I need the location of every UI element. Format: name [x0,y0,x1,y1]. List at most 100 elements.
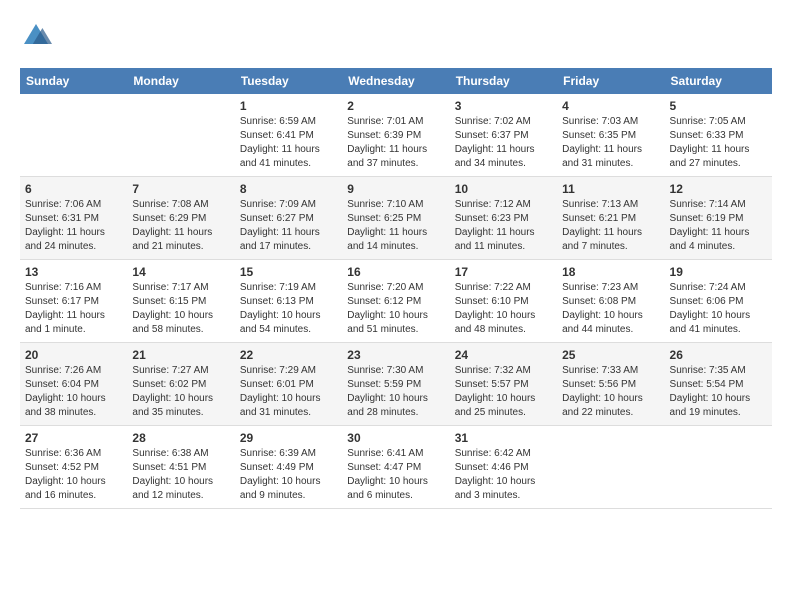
day-number: 9 [347,182,444,196]
day-info: Sunrise: 7:35 AM Sunset: 5:54 PM Dayligh… [670,364,767,420]
calendar-cell [127,94,234,177]
day-info: Sunrise: 7:09 AM Sunset: 6:27 PM Dayligh… [240,198,337,254]
calendar-header: SundayMondayTuesdayWednesdayThursdayFrid… [20,68,772,94]
header-cell: Wednesday [342,68,449,94]
calendar-cell: 23 Sunrise: 7:30 AM Sunset: 5:59 PM Dayli… [342,343,449,426]
header-row: SundayMondayTuesdayWednesdayThursdayFrid… [20,68,772,94]
calendar-body: 1 Sunrise: 6:59 AM Sunset: 6:41 PM Daylig… [20,94,772,509]
header-cell: Friday [557,68,664,94]
day-number: 8 [240,182,337,196]
calendar-cell: 25 Sunrise: 7:33 AM Sunset: 5:56 PM Dayli… [557,343,664,426]
day-number: 15 [240,265,337,279]
calendar-cell: 18 Sunrise: 7:23 AM Sunset: 6:08 PM Dayli… [557,260,664,343]
calendar-cell: 3 Sunrise: 7:02 AM Sunset: 6:37 PM Daylig… [450,94,557,177]
day-info: Sunrise: 6:38 AM Sunset: 4:51 PM Dayligh… [132,447,229,503]
day-info: Sunrise: 7:10 AM Sunset: 6:25 PM Dayligh… [347,198,444,254]
day-info: Sunrise: 7:23 AM Sunset: 6:08 PM Dayligh… [562,281,659,337]
day-number: 14 [132,265,229,279]
calendar-table: SundayMondayTuesdayWednesdayThursdayFrid… [20,68,772,509]
day-number: 16 [347,265,444,279]
day-info: Sunrise: 6:41 AM Sunset: 4:47 PM Dayligh… [347,447,444,503]
day-info: Sunrise: 6:39 AM Sunset: 4:49 PM Dayligh… [240,447,337,503]
page-header [20,20,772,52]
day-info: Sunrise: 7:06 AM Sunset: 6:31 PM Dayligh… [25,198,122,254]
day-info: Sunrise: 7:03 AM Sunset: 6:35 PM Dayligh… [562,115,659,171]
calendar-cell: 2 Sunrise: 7:01 AM Sunset: 6:39 PM Daylig… [342,94,449,177]
calendar-cell: 4 Sunrise: 7:03 AM Sunset: 6:35 PM Daylig… [557,94,664,177]
day-info: Sunrise: 6:36 AM Sunset: 4:52 PM Dayligh… [25,447,122,503]
calendar-cell: 26 Sunrise: 7:35 AM Sunset: 5:54 PM Dayli… [665,343,772,426]
header-cell: Sunday [20,68,127,94]
day-number: 21 [132,348,229,362]
day-number: 11 [562,182,659,196]
header-cell: Tuesday [235,68,342,94]
header-cell: Thursday [450,68,557,94]
calendar-cell: 10 Sunrise: 7:12 AM Sunset: 6:23 PM Dayli… [450,177,557,260]
logo [20,20,56,52]
calendar-cell: 14Sunrise: 7:17 AM Sunset: 6:15 PM Dayli… [127,260,234,343]
header-cell: Saturday [665,68,772,94]
calendar-cell: 17 Sunrise: 7:22 AM Sunset: 6:10 PM Dayli… [450,260,557,343]
logo-icon [20,20,52,52]
day-info: Sunrise: 7:24 AM Sunset: 6:06 PM Dayligh… [670,281,767,337]
day-number: 20 [25,348,122,362]
calendar-cell: 1 Sunrise: 6:59 AM Sunset: 6:41 PM Daylig… [235,94,342,177]
day-info: Sunrise: 7:13 AM Sunset: 6:21 PM Dayligh… [562,198,659,254]
calendar-cell: 7Sunrise: 7:08 AM Sunset: 6:29 PM Daylig… [127,177,234,260]
calendar-cell [557,426,664,509]
day-info: Sunrise: 7:33 AM Sunset: 5:56 PM Dayligh… [562,364,659,420]
day-number: 19 [670,265,767,279]
day-number: 31 [455,431,552,445]
day-info: Sunrise: 6:42 AM Sunset: 4:46 PM Dayligh… [455,447,552,503]
day-number: 24 [455,348,552,362]
calendar-week-row: 1 Sunrise: 6:59 AM Sunset: 6:41 PM Daylig… [20,94,772,177]
calendar-week-row: 6 Sunrise: 7:06 AM Sunset: 6:31 PM Daylig… [20,177,772,260]
day-number: 27 [25,431,122,445]
day-info: Sunrise: 7:01 AM Sunset: 6:39 PM Dayligh… [347,115,444,171]
day-info: Sunrise: 7:22 AM Sunset: 6:10 PM Dayligh… [455,281,552,337]
day-number: 25 [562,348,659,362]
calendar-cell: 5Sunrise: 7:05 AM Sunset: 6:33 PM Daylig… [665,94,772,177]
calendar-cell: 15 Sunrise: 7:19 AM Sunset: 6:13 PM Dayli… [235,260,342,343]
day-info: Sunrise: 7:02 AM Sunset: 6:37 PM Dayligh… [455,115,552,171]
day-info: Sunrise: 7:14 AM Sunset: 6:19 PM Dayligh… [670,198,767,254]
calendar-week-row: 20Sunrise: 7:26 AM Sunset: 6:04 PM Dayli… [20,343,772,426]
day-info: Sunrise: 6:59 AM Sunset: 6:41 PM Dayligh… [240,115,337,171]
day-number: 6 [25,182,122,196]
day-number: 3 [455,99,552,113]
day-info: Sunrise: 7:08 AM Sunset: 6:29 PM Dayligh… [132,198,229,254]
calendar-cell: 31 Sunrise: 6:42 AM Sunset: 4:46 PM Dayli… [450,426,557,509]
day-number: 26 [670,348,767,362]
day-number: 23 [347,348,444,362]
calendar-cell: 24 Sunrise: 7:32 AM Sunset: 5:57 PM Dayli… [450,343,557,426]
calendar-cell: 21Sunrise: 7:27 AM Sunset: 6:02 PM Dayli… [127,343,234,426]
day-number: 2 [347,99,444,113]
day-number: 28 [132,431,229,445]
day-number: 17 [455,265,552,279]
calendar-week-row: 27 Sunrise: 6:36 AM Sunset: 4:52 PM Dayli… [20,426,772,509]
day-number: 13 [25,265,122,279]
calendar-cell: 27 Sunrise: 6:36 AM Sunset: 4:52 PM Dayli… [20,426,127,509]
calendar-cell: 9 Sunrise: 7:10 AM Sunset: 6:25 PM Daylig… [342,177,449,260]
calendar-cell: 30Sunrise: 6:41 AM Sunset: 4:47 PM Dayli… [342,426,449,509]
day-number: 29 [240,431,337,445]
day-info: Sunrise: 7:05 AM Sunset: 6:33 PM Dayligh… [670,115,767,171]
day-number: 1 [240,99,337,113]
calendar-cell: 29 Sunrise: 6:39 AM Sunset: 4:49 PM Dayli… [235,426,342,509]
calendar-cell: 13 Sunrise: 7:16 AM Sunset: 6:17 PM Dayli… [20,260,127,343]
day-info: Sunrise: 7:30 AM Sunset: 5:59 PM Dayligh… [347,364,444,420]
calendar-cell: 22Sunrise: 7:29 AM Sunset: 6:01 PM Dayli… [235,343,342,426]
day-number: 18 [562,265,659,279]
day-info: Sunrise: 7:29 AM Sunset: 6:01 PM Dayligh… [240,364,337,420]
calendar-cell: 8 Sunrise: 7:09 AM Sunset: 6:27 PM Daylig… [235,177,342,260]
calendar-cell [20,94,127,177]
day-info: Sunrise: 7:20 AM Sunset: 6:12 PM Dayligh… [347,281,444,337]
calendar-cell: 6 Sunrise: 7:06 AM Sunset: 6:31 PM Daylig… [20,177,127,260]
day-number: 10 [455,182,552,196]
day-info: Sunrise: 7:19 AM Sunset: 6:13 PM Dayligh… [240,281,337,337]
day-info: Sunrise: 7:12 AM Sunset: 6:23 PM Dayligh… [455,198,552,254]
day-number: 4 [562,99,659,113]
calendar-cell: 28 Sunrise: 6:38 AM Sunset: 4:51 PM Dayli… [127,426,234,509]
day-info: Sunrise: 7:16 AM Sunset: 6:17 PM Dayligh… [25,281,122,337]
day-info: Sunrise: 7:32 AM Sunset: 5:57 PM Dayligh… [455,364,552,420]
